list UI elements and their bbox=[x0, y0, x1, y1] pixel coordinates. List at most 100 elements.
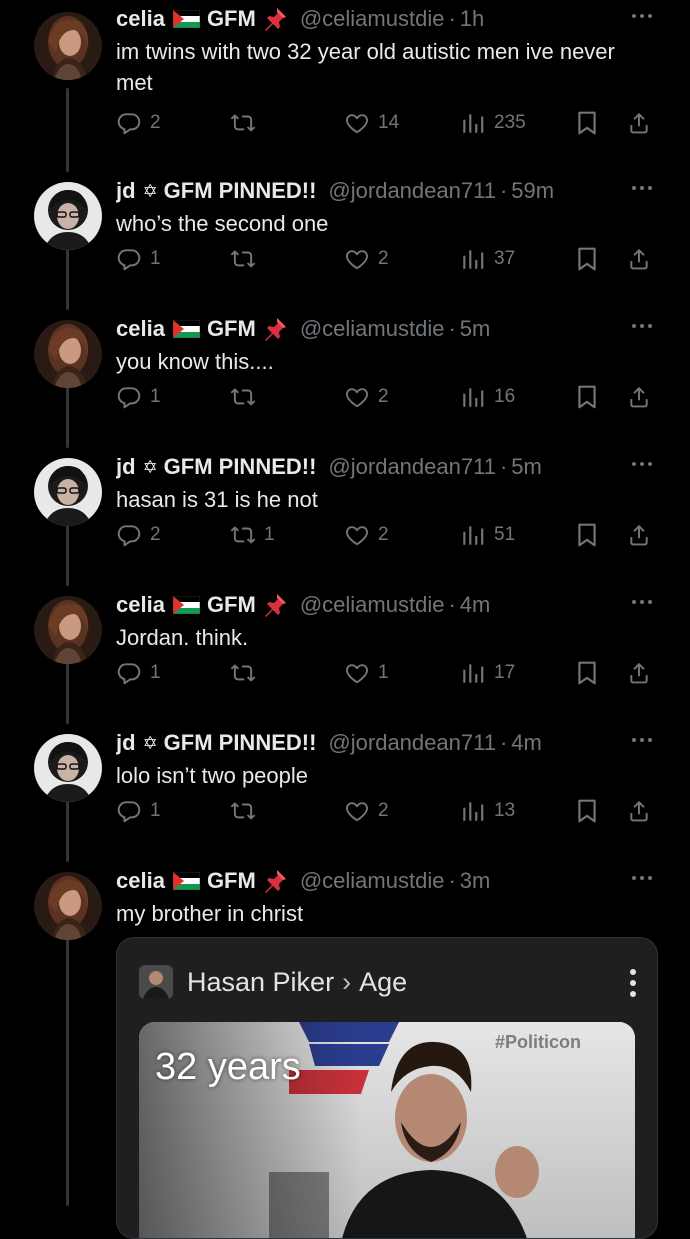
timestamp[interactable]: 5m bbox=[460, 316, 491, 342]
action-bar: 1 2 37 bbox=[116, 244, 660, 274]
bookmark-button[interactable] bbox=[574, 244, 600, 274]
handle[interactable]: @celiamustdie bbox=[300, 6, 445, 32]
tweet[interactable]: celia GFM @celiamustdie · 5m you know th… bbox=[0, 310, 690, 448]
bookmark-icon bbox=[574, 384, 600, 410]
views-button[interactable]: 51 bbox=[460, 520, 515, 550]
bookmark-icon bbox=[574, 660, 600, 686]
retweet-button[interactable] bbox=[230, 108, 264, 138]
views-button[interactable]: 17 bbox=[460, 658, 515, 688]
reply-icon bbox=[116, 384, 142, 410]
handle[interactable]: @jordandean711 bbox=[328, 454, 496, 480]
timestamp[interactable]: 4m bbox=[511, 730, 542, 756]
reply-button[interactable]: 1 bbox=[116, 244, 161, 274]
tweet[interactable]: jd ✡ GFM PINNED!! @jordandean711 · 5m ha… bbox=[0, 448, 690, 586]
share-button[interactable] bbox=[626, 520, 652, 550]
reply-button[interactable]: 1 bbox=[116, 382, 161, 412]
share-button[interactable] bbox=[626, 796, 652, 826]
tweet-text: my brother in christ bbox=[116, 901, 304, 926]
retweet-button[interactable]: 1 bbox=[230, 520, 275, 550]
share-button[interactable] bbox=[626, 108, 652, 138]
more-icon[interactable] bbox=[630, 454, 654, 474]
avatar[interactable] bbox=[34, 734, 102, 802]
like-button[interactable]: 2 bbox=[344, 382, 389, 412]
timestamp[interactable]: 1h bbox=[460, 6, 484, 32]
bookmark-button[interactable] bbox=[574, 796, 600, 826]
timestamp[interactable]: 5m bbox=[511, 454, 542, 480]
avatar[interactable] bbox=[34, 182, 102, 250]
tweet[interactable]: celia GFM @celiamustdie · 4m Jordan. thi… bbox=[0, 586, 690, 724]
like-button[interactable]: 2 bbox=[344, 796, 389, 826]
handle[interactable]: @celiamustdie bbox=[300, 868, 445, 894]
tweet-text: lolo isn’t two people bbox=[116, 763, 309, 788]
retweet-icon bbox=[230, 660, 256, 686]
reply-icon bbox=[116, 522, 142, 548]
share-button[interactable] bbox=[626, 244, 652, 274]
share-button[interactable] bbox=[626, 658, 652, 688]
retweet-button[interactable] bbox=[230, 796, 264, 826]
avatar[interactable] bbox=[34, 320, 102, 388]
tweet-text: Jordan. think. bbox=[116, 625, 249, 650]
name-badge: GFM PINNED!! bbox=[163, 178, 317, 203]
more-icon[interactable] bbox=[630, 6, 654, 26]
views-button[interactable]: 37 bbox=[460, 244, 515, 274]
separator-dot: · bbox=[499, 454, 508, 479]
separator-dot: · bbox=[499, 178, 508, 203]
retweet-button[interactable] bbox=[230, 244, 264, 274]
timestamp[interactable]: 3m bbox=[460, 868, 491, 894]
entity-thumbnail bbox=[139, 965, 173, 999]
display-name[interactable]: jd bbox=[116, 178, 136, 204]
handle[interactable]: @jordandean711 bbox=[328, 178, 496, 204]
attached-image-card[interactable]: Hasan Piker › Age 32 years #Politicon bbox=[116, 937, 658, 1239]
handle[interactable]: @celiamustdie bbox=[300, 316, 445, 342]
views-button[interactable]: 235 bbox=[460, 108, 526, 138]
reply-button[interactable]: 1 bbox=[116, 796, 161, 826]
avatar[interactable] bbox=[34, 596, 102, 664]
retweet-button[interactable] bbox=[230, 382, 264, 412]
more-icon[interactable] bbox=[630, 592, 654, 612]
retweet-button[interactable] bbox=[230, 658, 264, 688]
handle[interactable]: @celiamustdie bbox=[300, 592, 445, 618]
avatar[interactable] bbox=[34, 458, 102, 526]
avatar[interactable] bbox=[34, 12, 102, 80]
reply-button[interactable]: 1 bbox=[116, 658, 161, 688]
tweet[interactable]: jd ✡ GFM PINNED!! @jordandean711 · 4m lo… bbox=[0, 724, 690, 862]
timestamp[interactable]: 59m bbox=[511, 178, 554, 204]
display-name[interactable]: celia bbox=[116, 316, 165, 342]
display-name[interactable]: celia bbox=[116, 592, 165, 618]
vertical-more-icon[interactable] bbox=[627, 966, 639, 1000]
like-button[interactable]: 2 bbox=[344, 244, 389, 274]
display-name[interactable]: celia bbox=[116, 868, 165, 894]
display-name[interactable]: jd bbox=[116, 730, 136, 756]
avatar[interactable] bbox=[34, 872, 102, 940]
views-icon bbox=[460, 110, 486, 136]
pin-icon bbox=[262, 6, 288, 32]
bookmark-button[interactable] bbox=[574, 520, 600, 550]
like-count: 1 bbox=[378, 662, 389, 683]
share-icon bbox=[626, 246, 652, 272]
timestamp[interactable]: 4m bbox=[460, 592, 491, 618]
views-button[interactable]: 13 bbox=[460, 796, 515, 826]
more-icon[interactable] bbox=[630, 178, 654, 198]
display-name[interactable]: celia bbox=[116, 6, 165, 32]
heart-icon bbox=[344, 660, 370, 686]
like-button[interactable]: 2 bbox=[344, 520, 389, 550]
more-icon[interactable] bbox=[630, 868, 654, 888]
name-badge: GFM bbox=[206, 592, 256, 617]
reply-button[interactable]: 2 bbox=[116, 108, 161, 138]
like-button[interactable]: 14 bbox=[344, 108, 399, 138]
bookmark-button[interactable] bbox=[574, 108, 600, 138]
reply-button[interactable]: 2 bbox=[116, 520, 161, 550]
bookmark-button[interactable] bbox=[574, 382, 600, 412]
more-icon[interactable] bbox=[630, 316, 654, 336]
display-name[interactable]: jd bbox=[116, 454, 136, 480]
tweet[interactable]: celia GFM @celiamustdie · 1h im twins wi… bbox=[0, 0, 690, 138]
handle[interactable]: @jordandean711 bbox=[328, 730, 496, 756]
views-button[interactable]: 16 bbox=[460, 382, 515, 412]
tweet[interactable]: jd ✡ GFM PINNED!! @jordandean711 · 59m w… bbox=[0, 172, 690, 310]
share-button[interactable] bbox=[626, 382, 652, 412]
star-of-david-icon: ✡ bbox=[142, 732, 158, 753]
like-button[interactable]: 1 bbox=[344, 658, 389, 688]
more-icon[interactable] bbox=[630, 730, 654, 750]
entity-photo: 32 years #Politicon bbox=[139, 1022, 635, 1238]
bookmark-button[interactable] bbox=[574, 658, 600, 688]
